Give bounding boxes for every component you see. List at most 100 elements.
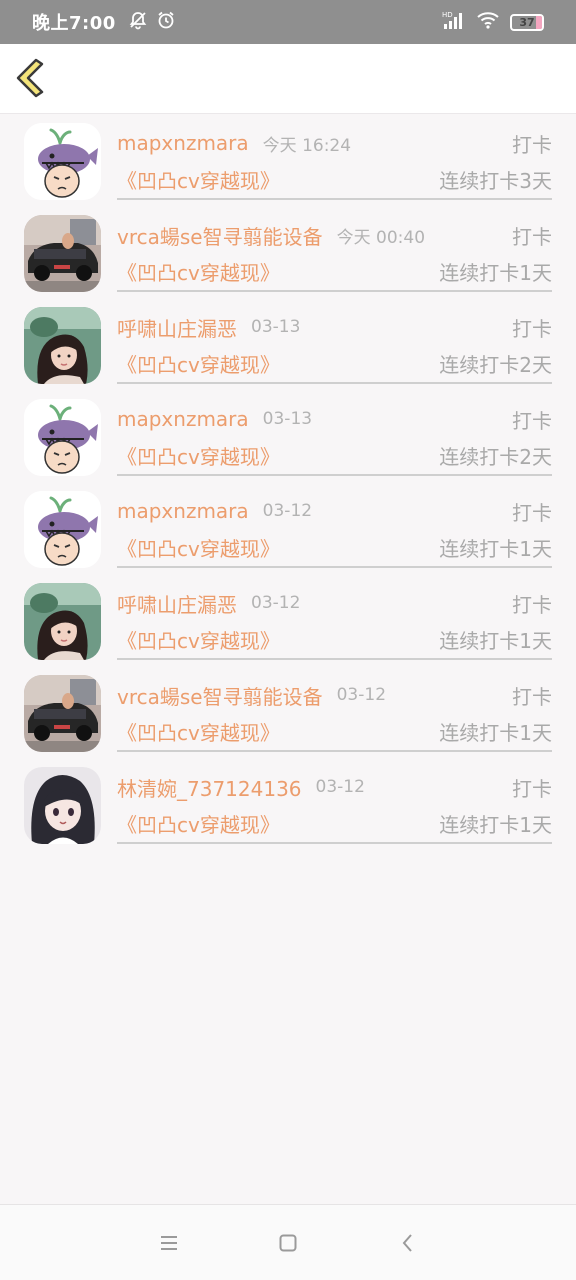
chevron-left-icon — [16, 58, 44, 98]
user-name[interactable]: vrca蝪se智寻翦能设备 — [117, 681, 323, 710]
avatar[interactable] — [24, 123, 101, 200]
book-title[interactable]: 《凹凸cv穿越现》 — [117, 349, 280, 378]
streak-text: 连续打卡3天 — [439, 168, 552, 193]
nav-back-button[interactable] — [396, 1231, 420, 1255]
user-name[interactable]: 呼啸山庄漏恶 — [117, 589, 237, 618]
streak-text: 连续打卡1天 — [439, 536, 552, 561]
status-left-icons — [128, 10, 176, 34]
back-button[interactable] — [12, 56, 52, 100]
post-time: 03-13 — [251, 317, 301, 337]
streak-text: 连续打卡1天 — [439, 720, 552, 745]
avatar[interactable] — [24, 399, 101, 476]
avatar[interactable] — [24, 307, 101, 384]
checkin-row[interactable]: vrca蝪se智寻翦能设备 今天 00:40 打卡 《凹凸cv穿越现》 连续打卡… — [0, 212, 576, 304]
menu-icon — [161, 1236, 177, 1250]
battery-fill — [536, 15, 542, 29]
divider — [117, 382, 552, 384]
user-name[interactable]: mapxnzmara — [117, 131, 249, 155]
alarm-icon — [156, 10, 176, 34]
checkin-row[interactable]: 呼啸山庄漏恶 03-13 打卡 《凹凸cv穿越现》 连续打卡2天 — [0, 304, 576, 396]
streak-text: 连续打卡1天 — [439, 260, 552, 285]
checkin-body: 《凹凸cv穿越现》 连续打卡3天 — [117, 164, 552, 194]
home-icon — [279, 1234, 297, 1252]
avatar[interactable] — [24, 675, 101, 752]
streak-text: 连续打卡2天 — [439, 352, 552, 377]
user-name[interactable]: vrca蝪se智寻翦能设备 — [117, 221, 323, 250]
checkin-header: 林清婉_737124136 03-12 打卡 — [117, 772, 552, 802]
streak-text: 连续打卡1天 — [439, 812, 552, 837]
checkin-header: 呼啸山庄漏恶 03-12 打卡 — [117, 588, 552, 618]
checkin-action-label: 打卡 — [512, 500, 552, 525]
checkin-action-label: 打卡 — [512, 132, 552, 157]
checkin-row[interactable]: 林清婉_737124136 03-12 打卡 《凹凸cv穿越现》 连续打卡1天 — [0, 764, 576, 856]
user-name[interactable]: mapxnzmara — [117, 407, 249, 431]
checkin-header: mapxnzmara 今天 16:24 打卡 — [117, 128, 552, 158]
post-time: 03-13 — [262, 409, 313, 429]
checkin-list: mapxnzmara 今天 16:24 打卡 《凹凸cv穿越现》 连续打卡3天 — [0, 120, 576, 856]
streak-text: 连续打卡1天 — [439, 628, 552, 653]
book-title[interactable]: 《凹凸cv穿越现》 — [117, 717, 280, 746]
checkin-body: 《凹凸cv穿越现》 连续打卡1天 — [117, 716, 552, 746]
divider — [117, 198, 552, 200]
anime-girl-avatar-image — [24, 767, 101, 844]
girl-avatar-image — [24, 583, 101, 660]
book-title[interactable]: 《凹凸cv穿越现》 — [117, 625, 280, 654]
user-name[interactable]: mapxnzmara — [117, 499, 249, 523]
checkin-row[interactable]: mapxnzmara 03-13 打卡 《凹凸cv穿越现》 连续打卡2天 — [0, 396, 576, 488]
app-header — [0, 44, 576, 114]
user-name[interactable]: 林清婉_737124136 — [117, 773, 302, 802]
checkin-header: mapxnzmara 03-13 打卡 — [117, 404, 552, 434]
system-nav-bar — [0, 1204, 576, 1280]
checkin-row[interactable]: mapxnzmara 今天 16:24 打卡 《凹凸cv穿越现》 连续打卡3天 — [0, 120, 576, 212]
wifi-icon — [476, 10, 500, 34]
checkin-body: 《凹凸cv穿越现》 连续打卡1天 — [117, 624, 552, 654]
checkin-body: 《凹凸cv穿越现》 连续打卡2天 — [117, 348, 552, 378]
notifications-off-icon — [128, 10, 148, 34]
checkin-row[interactable]: 呼啸山庄漏恶 03-12 打卡 《凹凸cv穿越现》 连续打卡1天 — [0, 580, 576, 672]
checkin-row[interactable]: vrca蝪se智寻翦能设备 03-12 打卡 《凹凸cv穿越现》 连续打卡1天 — [0, 672, 576, 764]
post-time: 今天 00:40 — [336, 227, 426, 248]
checkin-action-label: 打卡 — [512, 316, 552, 341]
avatar[interactable] — [24, 767, 101, 844]
checkin-body: 《凹凸cv穿越现》 连续打卡1天 — [117, 256, 552, 286]
post-time: 03-12 — [315, 777, 365, 797]
checkin-body: 《凹凸cv穿越现》 连续打卡1天 — [117, 532, 552, 562]
whale-avatar-image — [24, 123, 101, 200]
home-button[interactable] — [276, 1231, 300, 1255]
user-name[interactable]: 呼啸山庄漏恶 — [117, 313, 237, 342]
divider — [117, 658, 552, 660]
post-time: 03-12 — [336, 685, 387, 705]
battery-icon: 37 — [510, 13, 544, 31]
checkin-action-label: 打卡 — [512, 684, 552, 709]
checkin-header: mapxnzmara 03-12 打卡 — [117, 496, 552, 526]
car-avatar-image — [24, 215, 101, 292]
divider — [117, 566, 552, 568]
avatar[interactable] — [24, 583, 101, 660]
book-title[interactable]: 《凹凸cv穿越现》 — [117, 441, 280, 470]
divider — [117, 842, 552, 844]
book-title[interactable]: 《凹凸cv穿越现》 — [117, 533, 280, 562]
post-time: 今天 16:24 — [262, 135, 352, 156]
battery-level: 37 — [519, 15, 535, 29]
divider — [117, 474, 552, 476]
car-avatar-image — [24, 675, 101, 752]
checkin-row[interactable]: mapxnzmara 03-12 打卡 《凹凸cv穿越现》 连续打卡1天 — [0, 488, 576, 580]
avatar[interactable] — [24, 491, 101, 568]
checkin-header: vrca蝪se智寻翦能设备 03-12 打卡 — [117, 680, 552, 710]
status-right-icons: HD 37 — [442, 10, 544, 34]
menu-button[interactable] — [157, 1231, 181, 1255]
svg-text:HD: HD — [442, 11, 453, 19]
girl-avatar-image — [24, 307, 101, 384]
divider — [117, 290, 552, 292]
post-time: 03-12 — [262, 501, 313, 521]
post-time: 03-12 — [251, 593, 301, 613]
avatar[interactable] — [24, 215, 101, 292]
divider — [117, 750, 552, 752]
checkin-body: 《凹凸cv穿越现》 连续打卡2天 — [117, 440, 552, 470]
book-title[interactable]: 《凹凸cv穿越现》 — [117, 257, 280, 286]
whale-avatar-image — [24, 399, 101, 476]
checkin-action-label: 打卡 — [512, 408, 552, 433]
book-title[interactable]: 《凹凸cv穿越现》 — [117, 809, 280, 838]
book-title[interactable]: 《凹凸cv穿越现》 — [117, 165, 280, 194]
checkin-header: 呼啸山庄漏恶 03-13 打卡 — [117, 312, 552, 342]
